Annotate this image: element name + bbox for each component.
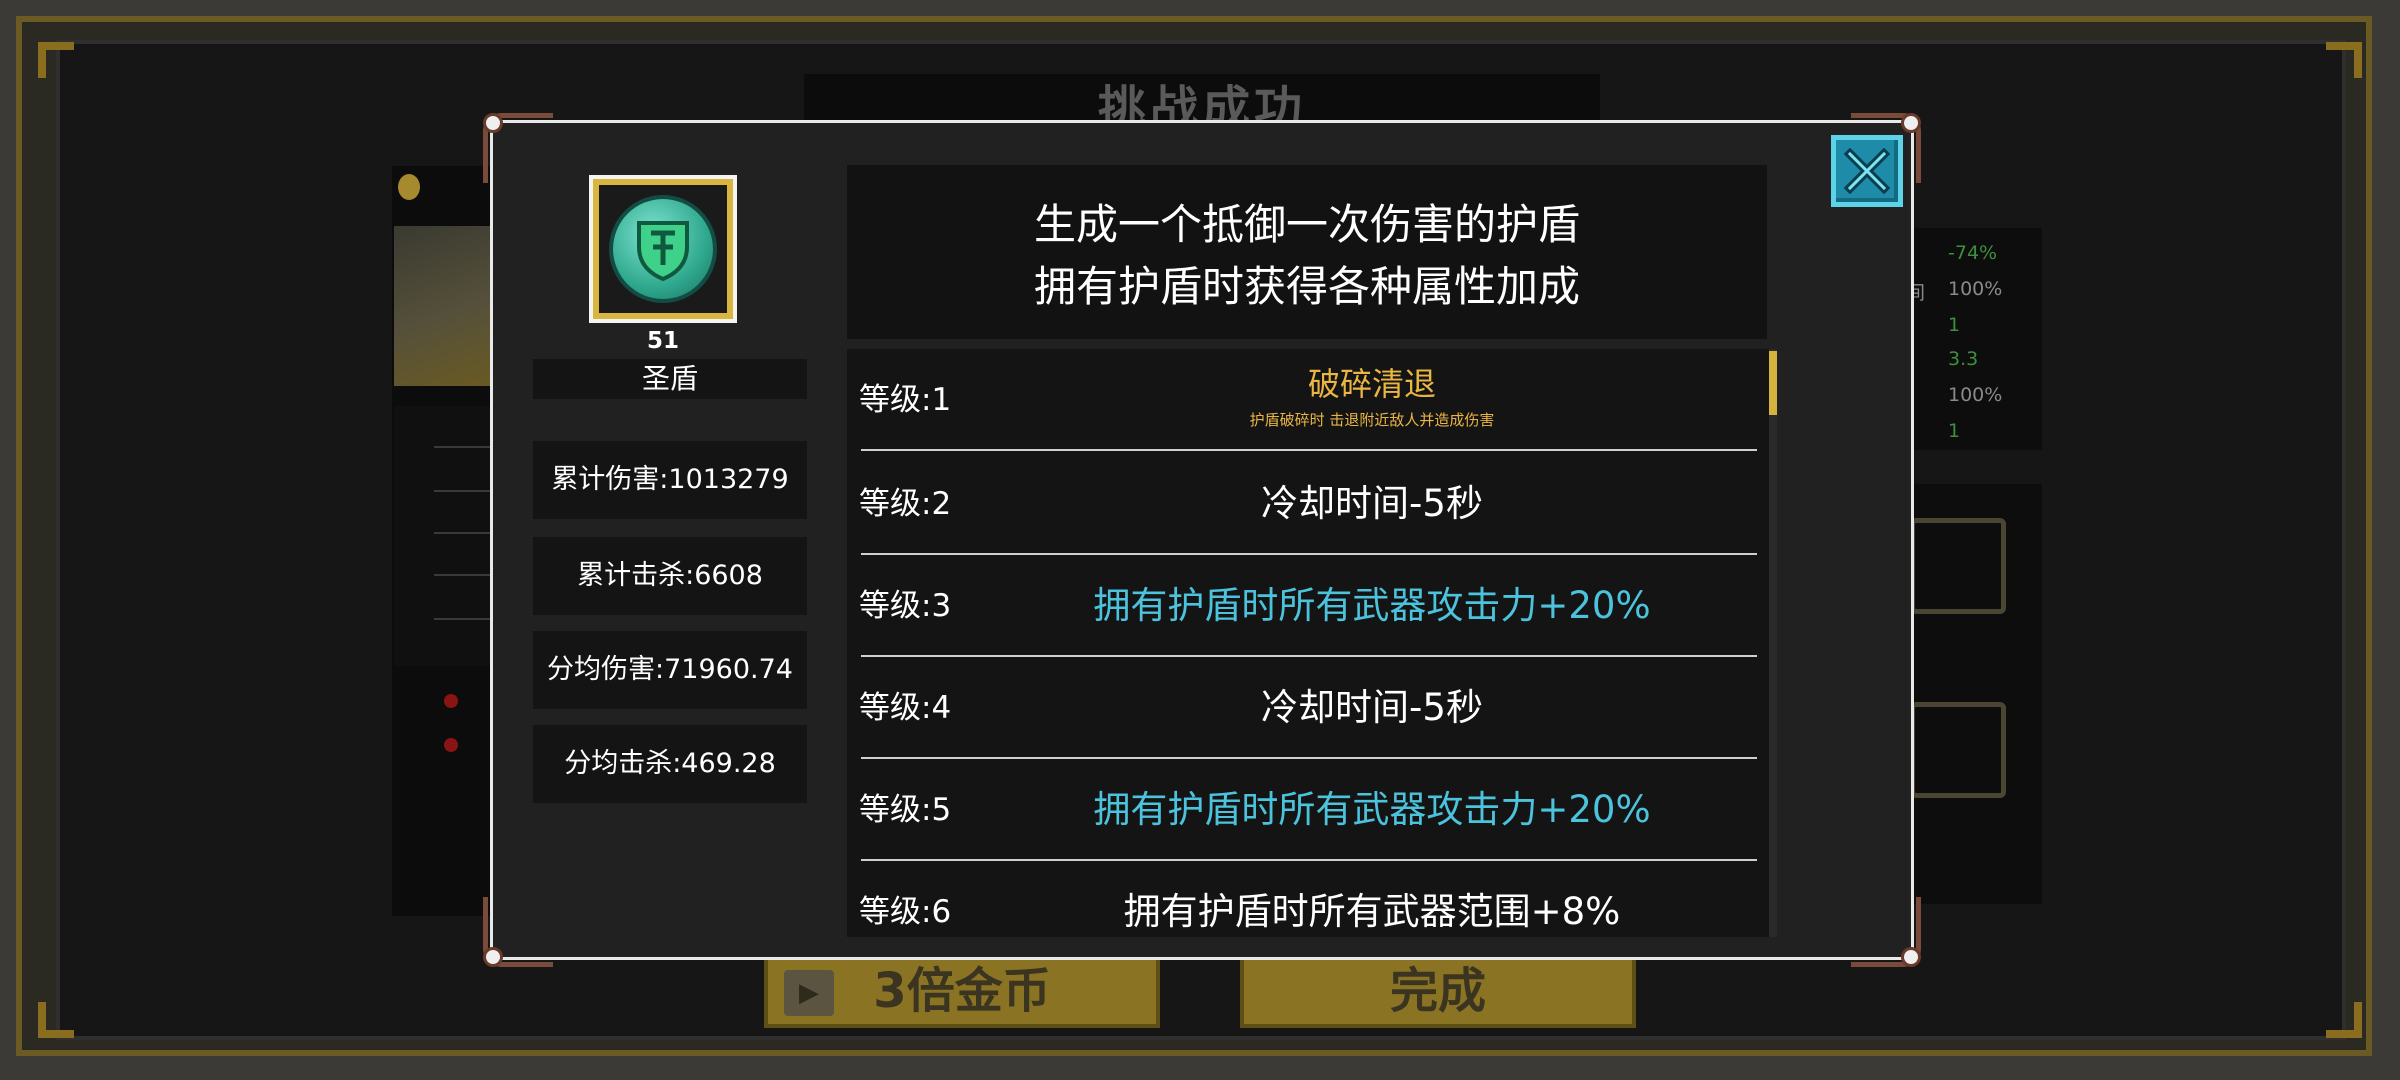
item-name-box: 圣盾 — [533, 359, 807, 399]
frame-stud-decoration — [1901, 947, 1921, 967]
level-effect: 拥有护盾时所有武器攻击力+20% — [1093, 788, 1651, 831]
item-icon-frame — [593, 179, 733, 319]
frame-corner-decoration — [38, 1002, 74, 1038]
level-row: 等级:4 冷却时间-5秒 — [847, 657, 1757, 759]
frame-corner-decoration — [2326, 1002, 2362, 1038]
stat-value: 100% — [1948, 384, 2003, 406]
level-effect: 冷却时间-5秒 — [1261, 686, 1483, 729]
level-effect-detail: 护盾破碎时 击退附近敌人并造成伤害 — [1249, 411, 1495, 429]
stat-average-kills: 分均击杀:469.28 — [533, 725, 807, 803]
red-dot-icon — [444, 694, 458, 708]
shield-emblem-icon — [613, 199, 713, 299]
stat-value: 1 — [1948, 314, 1961, 336]
background-map-thumbnail — [394, 226, 494, 386]
frame-stud-decoration — [483, 113, 503, 133]
close-button[interactable] — [1831, 135, 1903, 207]
stat-total-kills: 累计击杀:6608 — [533, 537, 807, 615]
frame-corner-decoration — [2326, 42, 2362, 78]
stat-value: -74% — [1948, 242, 1998, 264]
item-name: 圣盾 — [641, 362, 698, 395]
level-label: 等级:5 — [859, 792, 952, 828]
level-row: 等级:1 破碎清退 护盾破碎时 击退附近敌人并造成伤害 — [847, 349, 1757, 451]
triple-coins-button[interactable]: ▶ 3倍金币 — [764, 956, 1160, 1028]
list-divider — [434, 618, 494, 620]
level-label: 等级:4 — [859, 690, 952, 726]
level-row: 等级:6 拥有护盾时所有武器范围+8% — [847, 861, 1757, 937]
stat-total-damage: 累计伤害:1013279 — [533, 441, 807, 519]
scrollbar-thumb[interactable] — [1769, 351, 1777, 415]
video-ad-icon: ▶ — [784, 970, 834, 1016]
frame-corner-decoration — [38, 42, 74, 78]
level-label: 等级:1 — [859, 382, 952, 418]
stat-value: 3.3 — [1948, 348, 1979, 370]
close-icon — [1844, 148, 1890, 194]
row-divider — [861, 449, 1757, 451]
coin-icon — [398, 174, 420, 200]
description-line: 拥有护盾时获得各种属性加成 — [1033, 262, 1580, 311]
triple-coins-label: 3倍金币 — [873, 963, 1051, 1019]
list-divider — [434, 446, 494, 448]
level-effect: 破碎清退 — [1307, 365, 1436, 403]
level-row: 等级:3 拥有护盾时所有武器攻击力+20% — [847, 555, 1757, 657]
stat-value: 100% — [1948, 278, 2003, 300]
background-stats-panel: -74% 间 100% 1 3.3 100% 1 — [1904, 228, 2042, 450]
stat-value: 1 — [1948, 420, 1961, 442]
red-dot-icon — [444, 738, 458, 752]
list-divider — [434, 490, 494, 492]
list-divider — [434, 532, 494, 534]
level-label: 等级:6 — [859, 894, 952, 930]
level-effect: 冷却时间-5秒 — [1261, 482, 1483, 525]
level-effect: 拥有护盾时所有武器范围+8% — [1123, 890, 1621, 933]
stat-average-damage: 分均伤害:71960.74 — [533, 631, 807, 709]
list-divider — [434, 574, 494, 576]
item-level: 51 — [646, 328, 679, 354]
frame-stud-decoration — [483, 947, 503, 967]
level-effect: 拥有护盾时所有武器攻击力+20% — [1093, 584, 1651, 627]
description-line: 生成一个抵御一次伤害的护盾 — [1033, 200, 1580, 249]
item-description: 生成一个抵御一次伤害的护盾 拥有护盾时获得各种属性加成 — [847, 165, 1767, 339]
item-detail-modal: 51 圣盾 累计伤害:1013279 累计击杀:6608 分均伤害:71960.… — [483, 113, 1921, 967]
level-row: 等级:2 冷却时间-5秒 — [847, 453, 1757, 555]
level-upgrades-list[interactable]: 等级:1 破碎清退 护盾破碎时 击退附近敌人并造成伤害 等级:2 冷却时间-5秒… — [847, 349, 1777, 937]
frame-stud-decoration — [1901, 113, 1921, 133]
background-left-list — [394, 406, 494, 666]
done-label: 完成 — [1389, 963, 1486, 1019]
level-label: 等级:2 — [859, 486, 952, 522]
done-button[interactable]: 完成 — [1240, 956, 1636, 1028]
background-slot — [1910, 518, 2006, 614]
level-row: 等级:5 拥有护盾时所有武器攻击力+20% — [847, 759, 1757, 861]
background-slot — [1910, 702, 2006, 798]
level-label: 等级:3 — [859, 588, 952, 624]
scrollbar[interactable] — [1769, 349, 1777, 937]
